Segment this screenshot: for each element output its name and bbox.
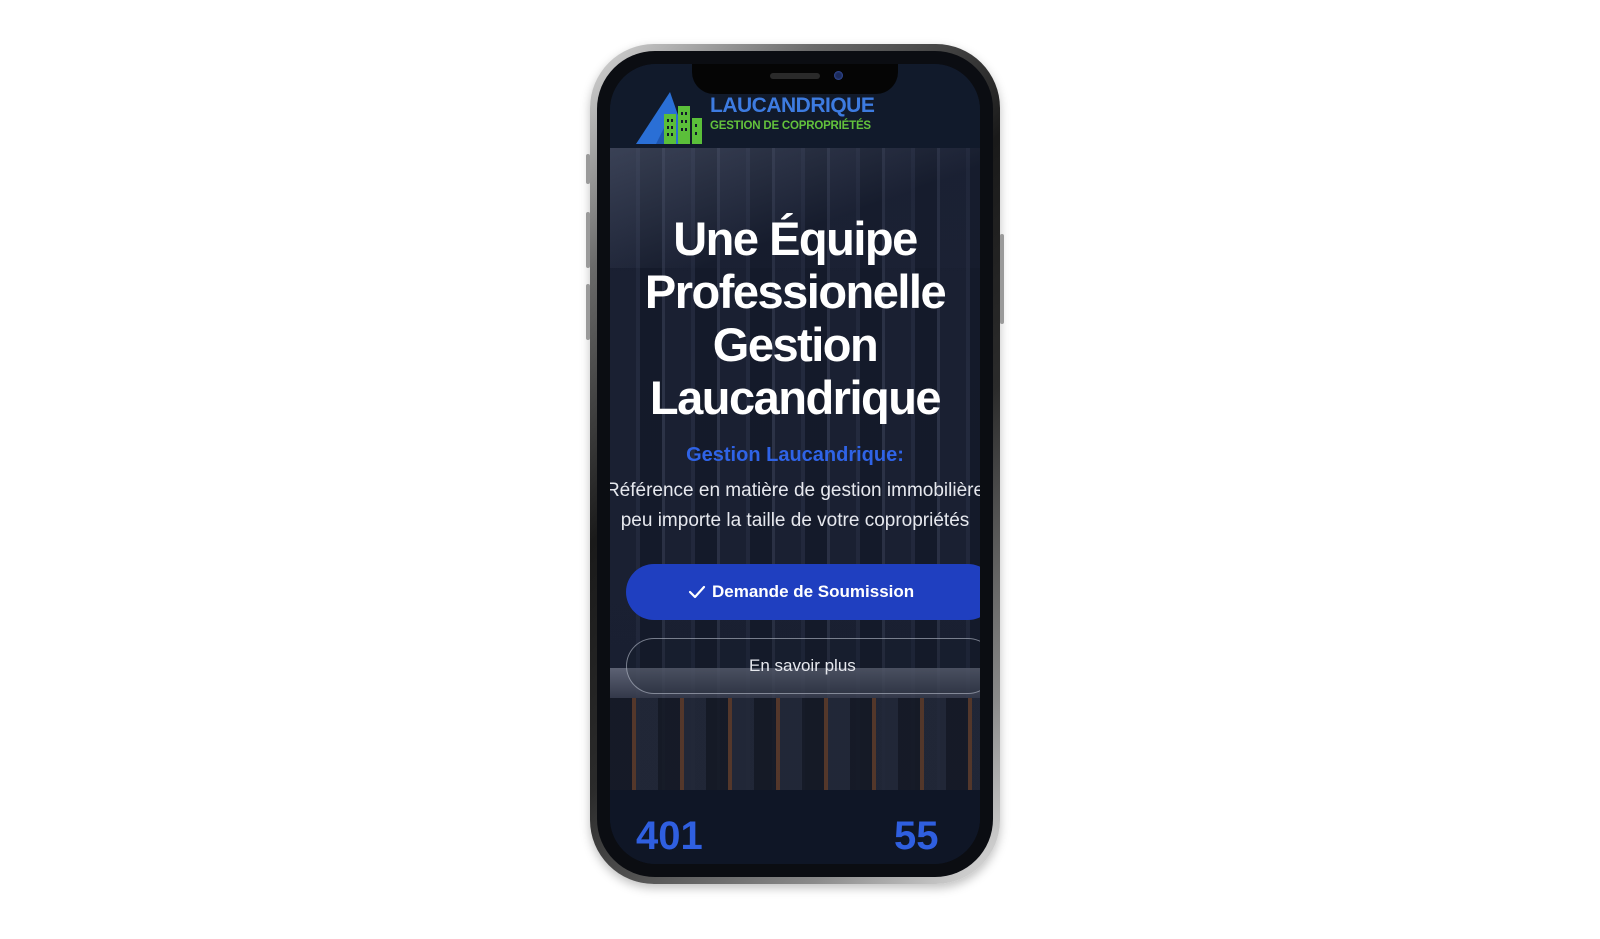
check-icon	[688, 585, 706, 599]
phone-screen: LAUCANDRIQUE GESTION DE COPROPRIÉTÉS Une…	[610, 64, 980, 864]
phone-mockup: LAUCANDRIQUE GESTION DE COPROPRIÉTÉS Une…	[586, 44, 1004, 884]
hero-subtitle-line2: peu importe la taille de votre coproprié…	[620, 510, 970, 531]
building-triangle-logo-icon[interactable]	[634, 88, 706, 146]
phone-notch	[692, 64, 898, 94]
hero-subtitle: Référence en matière de gestion immobili…	[610, 476, 980, 536]
stats-section: 401 55	[610, 790, 980, 864]
phone-power-button	[1000, 234, 1004, 324]
request-quote-button[interactable]: Demande de Soumission	[626, 564, 980, 620]
camera-icon	[834, 71, 843, 80]
hero-subtitle-line1: Référence en matière de gestion immobili…	[610, 480, 980, 501]
learn-more-button[interactable]: En savoir plus	[626, 638, 980, 694]
hero-section: Une Équipe Professionelle Gestion Laucan…	[610, 148, 980, 790]
phone-volume-up	[586, 212, 590, 268]
learn-more-label: En savoir plus	[749, 656, 856, 675]
request-quote-label: Demande de Soumission	[712, 582, 915, 601]
hero-title: Une Équipe Professionelle Gestion Laucan…	[644, 212, 947, 424]
stat-left-number: 401	[636, 814, 703, 858]
hero-accent-text: Gestion Laucandrique:	[686, 444, 904, 466]
phone-volume-down	[586, 284, 590, 340]
speaker-grille	[770, 73, 820, 79]
brand-tagline: GESTION DE COPROPRIÉTÉS	[710, 120, 871, 132]
brand-name[interactable]: LAUCANDRIQUE	[710, 94, 875, 118]
hero-background-facade	[610, 698, 980, 790]
phone-silent-switch	[586, 154, 590, 184]
stat-right-number: 55	[894, 814, 939, 858]
